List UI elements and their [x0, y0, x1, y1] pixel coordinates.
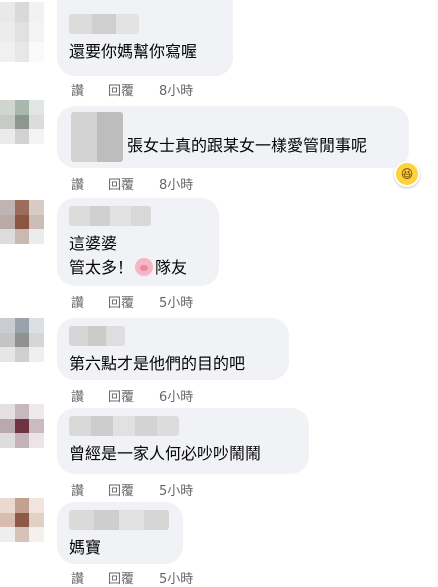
reply-link[interactable]: 回覆 — [108, 568, 159, 587]
comment-text: 還要你媽幫你寫喔 — [69, 42, 198, 61]
pig-face-emoji-icon — [135, 258, 154, 276]
reply-link[interactable]: 回覆 — [108, 80, 159, 99]
reply-link[interactable]: 回覆 — [108, 386, 159, 405]
comment-time[interactable]: 8小時 — [159, 80, 193, 99]
commenter-name-blurred[interactable] — [69, 510, 169, 530]
comment-actions: 讚 回覆 5小時 — [71, 568, 193, 587]
comment-text-line1: 這婆婆 — [69, 234, 118, 253]
comment-bubble: 這婆婆 管太多！ 隊友 — [57, 198, 219, 286]
commenter-name-blurred[interactable] — [69, 206, 151, 226]
avatar[interactable] — [0, 100, 44, 144]
comment-time[interactable]: 5小時 — [159, 292, 193, 311]
like-link[interactable]: 讚 — [71, 386, 108, 405]
avatar[interactable] — [0, 2, 44, 62]
comment-time[interactable]: 5小時 — [159, 480, 193, 499]
comment-actions: 讚 回覆 8小時 — [71, 174, 193, 193]
comment-actions: 讚 回覆 6小時 — [71, 386, 193, 405]
reply-link[interactable]: 回覆 — [108, 480, 159, 499]
comment-text-part: 隊友 — [155, 258, 188, 277]
comment-bubble: 媽寶 — [57, 502, 183, 564]
comment-time[interactable]: 6小時 — [159, 386, 193, 405]
commenter-name-blurred[interactable] — [71, 112, 123, 162]
comment-actions: 讚 回覆 5小時 — [71, 480, 193, 499]
comment-text: 曾經是一家人何必吵吵鬧鬧 — [69, 444, 262, 463]
commenter-name-blurred[interactable] — [69, 326, 125, 346]
avatar[interactable] — [0, 404, 44, 448]
comment-text: 媽寶 — [69, 538, 102, 557]
haha-reaction-icon[interactable]: 😆 — [394, 161, 420, 187]
comment-bubble: 曾經是一家人何必吵吵鬧鬧 — [57, 408, 309, 474]
commenter-name-blurred[interactable] — [69, 416, 179, 436]
comment-text: 張女士真的跟某女一樣愛管閒事呢 — [127, 136, 368, 155]
comment-time[interactable]: 5小時 — [159, 568, 193, 587]
comment-time[interactable]: 8小時 — [159, 174, 193, 193]
comment-bubble: 還要你媽幫你寫喔 — [57, 0, 233, 76]
avatar[interactable] — [0, 318, 44, 362]
like-link[interactable]: 讚 — [71, 80, 108, 99]
reply-link[interactable]: 回覆 — [108, 174, 159, 193]
comment-bubble: 張女士真的跟某女一樣愛管閒事呢 — [57, 106, 409, 168]
avatar[interactable] — [0, 498, 44, 542]
reply-link[interactable]: 回覆 — [108, 292, 159, 311]
comment-text-part: 管太多！ — [69, 258, 134, 277]
commenter-name-blurred[interactable] — [69, 14, 139, 34]
like-link[interactable]: 讚 — [71, 174, 108, 193]
comment-actions: 讚 回覆 8小時 — [71, 80, 193, 99]
avatar[interactable] — [0, 200, 44, 244]
comment-text: 第六點才是他們的目的吧 — [69, 354, 246, 373]
like-link[interactable]: 讚 — [71, 480, 108, 499]
comment-actions: 讚 回覆 5小時 — [71, 292, 193, 311]
like-link[interactable]: 讚 — [71, 568, 108, 587]
comment-bubble: 第六點才是他們的目的吧 — [57, 318, 289, 380]
like-link[interactable]: 讚 — [71, 292, 108, 311]
comment-text-line2: 管太多！ 隊友 — [69, 256, 207, 280]
